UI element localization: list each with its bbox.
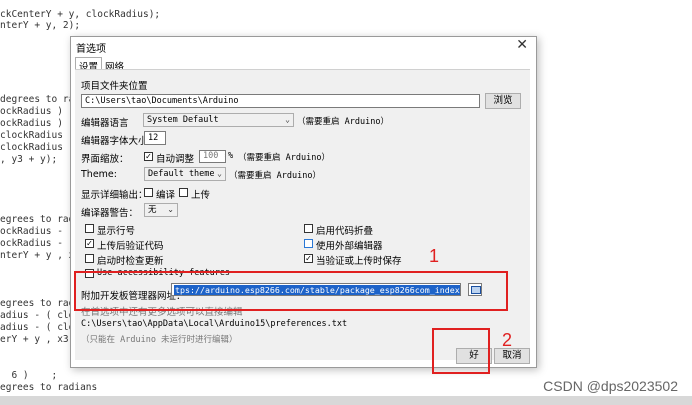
- language-restart-note: （需要重启 Arduino）: [297, 117, 389, 127]
- scale-label: 界面缩放：: [81, 154, 129, 165]
- scale-restart-note: （需要重启 Arduino）: [238, 153, 330, 163]
- warnings-select[interactable]: 无 ⌄: [144, 203, 178, 217]
- close-icon[interactable]: ✕: [516, 37, 528, 53]
- code-line: adius - ( cloc: [0, 322, 81, 333]
- language-value: System Default: [147, 115, 219, 125]
- annotation-box-url: [74, 271, 508, 311]
- tab-bar: 设置 网络: [75, 55, 127, 74]
- code-line: egrees to radi: [0, 298, 81, 309]
- language-select[interactable]: System Default ⌄: [143, 113, 294, 127]
- option-label: 当验证或上传时保存: [316, 256, 402, 267]
- show-line-numbers-checkbox[interactable]: [85, 224, 94, 233]
- annotation-number: 1: [429, 246, 440, 266]
- theme-select[interactable]: Default theme ⌄: [144, 167, 226, 181]
- code-line: nterY + y , x3: [0, 250, 81, 261]
- preferences-dialog: 首选项 ✕ 设置 网络 项目文件夹位置 C:\Users\tao\Document…: [70, 36, 537, 368]
- option-label: 启动时检查更新: [97, 256, 164, 267]
- scale-input[interactable]: 100 ⇕: [199, 150, 226, 163]
- warnings-value: 无: [148, 205, 157, 215]
- browse-button[interactable]: 浏览: [485, 93, 521, 109]
- auto-scale-label: 自动调整: [156, 154, 195, 165]
- font-size-input[interactable]: 12: [144, 131, 166, 145]
- option-label: 上传后验证代码: [97, 241, 164, 252]
- scale-value: 100: [203, 151, 219, 161]
- code-line: ockRadius - (: [0, 238, 75, 249]
- sketchbook-label: 项目文件夹位置: [81, 81, 148, 92]
- code-line: erY + y , x3: [0, 334, 69, 345]
- code-folding-checkbox[interactable]: [304, 224, 313, 233]
- theme-restart-note: （需要重启 Arduino）: [229, 171, 321, 181]
- code-line: degrees to ra: [0, 94, 75, 105]
- code-line: ockRadius ) );: [0, 106, 81, 117]
- external-editor-checkbox[interactable]: [304, 239, 313, 248]
- dialog-title: 首选项: [76, 44, 106, 55]
- auto-scale-checkbox[interactable]: ✓: [144, 152, 153, 161]
- preferences-path: C:\Users\tao\AppData\Local\Arduino15\pre…: [81, 319, 348, 329]
- theme-value: Default theme: [148, 169, 215, 179]
- option-label: 使用外部编辑器: [316, 241, 383, 252]
- preferences-edit-hint: （只能在 Arduino 未运行时进行编辑）: [81, 335, 238, 345]
- code-line: , y3 + y);: [0, 154, 58, 165]
- check-updates-checkbox[interactable]: [85, 254, 94, 263]
- verbose-compile-label: 编译: [156, 190, 176, 201]
- verbose-compile-checkbox[interactable]: [144, 188, 153, 197]
- language-label: 编辑器语言: [81, 118, 129, 129]
- status-bar: [0, 396, 692, 405]
- font-size-label: 编辑器字体大小: [81, 136, 148, 147]
- chevron-down-icon: ⌄: [285, 115, 290, 124]
- warnings-label: 编译器警告：: [81, 208, 139, 219]
- code-line: egrees to radi: [0, 214, 81, 225]
- code-line: 6 ) ;: [0, 370, 58, 381]
- code-line: egrees to radians: [0, 382, 98, 393]
- code-line: clockRadius -: [0, 142, 75, 153]
- option-label: 启用代码折叠: [316, 226, 374, 237]
- verbose-upload-checkbox[interactable]: [179, 188, 188, 197]
- watermark: CSDN @dps2023502: [543, 378, 678, 394]
- sketchbook-path-input[interactable]: C:\Users\tao\Documents\Arduino: [81, 94, 480, 108]
- settings-panel: 项目文件夹位置 C:\Users\tao\Documents\Arduino 浏…: [75, 69, 530, 360]
- verify-after-upload-checkbox[interactable]: ✓: [85, 239, 94, 248]
- code-line: adius - ( cloc: [0, 310, 81, 321]
- code-line: ckCenterY + y, clockRadius);: [0, 9, 161, 20]
- save-on-verify-checkbox[interactable]: ✓: [304, 254, 313, 263]
- scale-unit: %: [228, 151, 234, 161]
- annotation-box-ok: [432, 328, 490, 374]
- code-line: ockRadius - (: [0, 226, 75, 237]
- verbose-upload-label: 上传: [191, 190, 211, 201]
- theme-label: Theme:: [81, 169, 117, 180]
- option-label: 显示行号: [97, 226, 136, 237]
- code-line: nterY + y, 2);: [0, 20, 81, 31]
- code-line: ockRadius ) );: [0, 118, 81, 129]
- code-line: clockRadius -: [0, 130, 75, 141]
- annotation-number: 2: [502, 330, 513, 350]
- verbose-label: 显示详细输出：: [81, 190, 148, 201]
- chevron-down-icon: ⌄: [217, 169, 222, 178]
- chevron-down-icon: ⌄: [167, 205, 174, 214]
